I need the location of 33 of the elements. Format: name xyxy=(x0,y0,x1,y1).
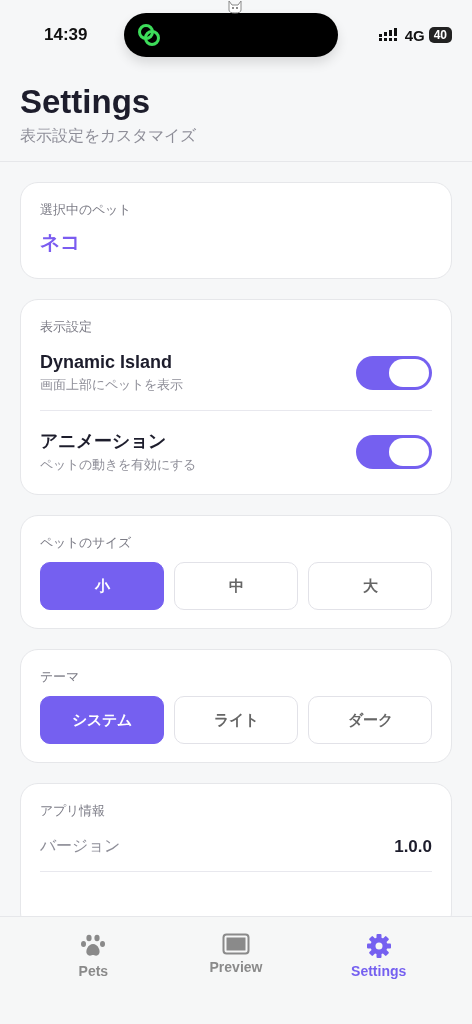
setting-description: ペットの動きを有効にする xyxy=(40,456,197,474)
pet-name: ネコ xyxy=(40,229,81,256)
toggle-switch[interactable] xyxy=(356,356,432,390)
option-button[interactable]: ダーク xyxy=(308,696,432,744)
tab-item[interactable]: Settings xyxy=(307,933,450,979)
tab-item[interactable]: Preview xyxy=(164,933,308,975)
network-type: 4G xyxy=(404,26,425,44)
toggle-switch[interactable] xyxy=(356,434,432,469)
section-label: 選択中のペット xyxy=(40,201,132,219)
option-button[interactable]: 大 xyxy=(308,562,432,610)
section-label: アプリ情報 xyxy=(40,802,106,820)
setting-title: アニメーション xyxy=(40,430,167,453)
option-button[interactable]: 中 xyxy=(174,562,298,610)
paw-icon xyxy=(80,933,107,959)
option-button[interactable]: システム xyxy=(40,696,164,744)
setting-description: 画面上部にペットを表示 xyxy=(40,376,184,394)
setting-title: Dynamic Island xyxy=(40,352,174,373)
battery-indicator: 40 xyxy=(428,27,452,43)
link-rings-icon xyxy=(136,22,162,48)
screen-icon xyxy=(222,933,250,955)
section-label: テーマ xyxy=(40,668,80,686)
option-button[interactable]: 小 xyxy=(40,562,164,610)
section-label: 表示設定 xyxy=(40,318,93,336)
tab-item[interactable]: Pets xyxy=(22,933,165,979)
info-label: バージョン xyxy=(40,836,120,857)
cat-icon xyxy=(227,0,243,14)
info-value: 1.0.0 xyxy=(394,836,432,857)
page-subtitle: 表示設定をカスタマイズ xyxy=(20,126,197,147)
option-button[interactable]: ライト xyxy=(174,696,298,744)
settings-icon xyxy=(365,933,392,959)
section-label: ペットのサイズ xyxy=(40,534,132,552)
page-title: Settings xyxy=(20,82,152,122)
status-time: 14:39 xyxy=(44,25,89,45)
